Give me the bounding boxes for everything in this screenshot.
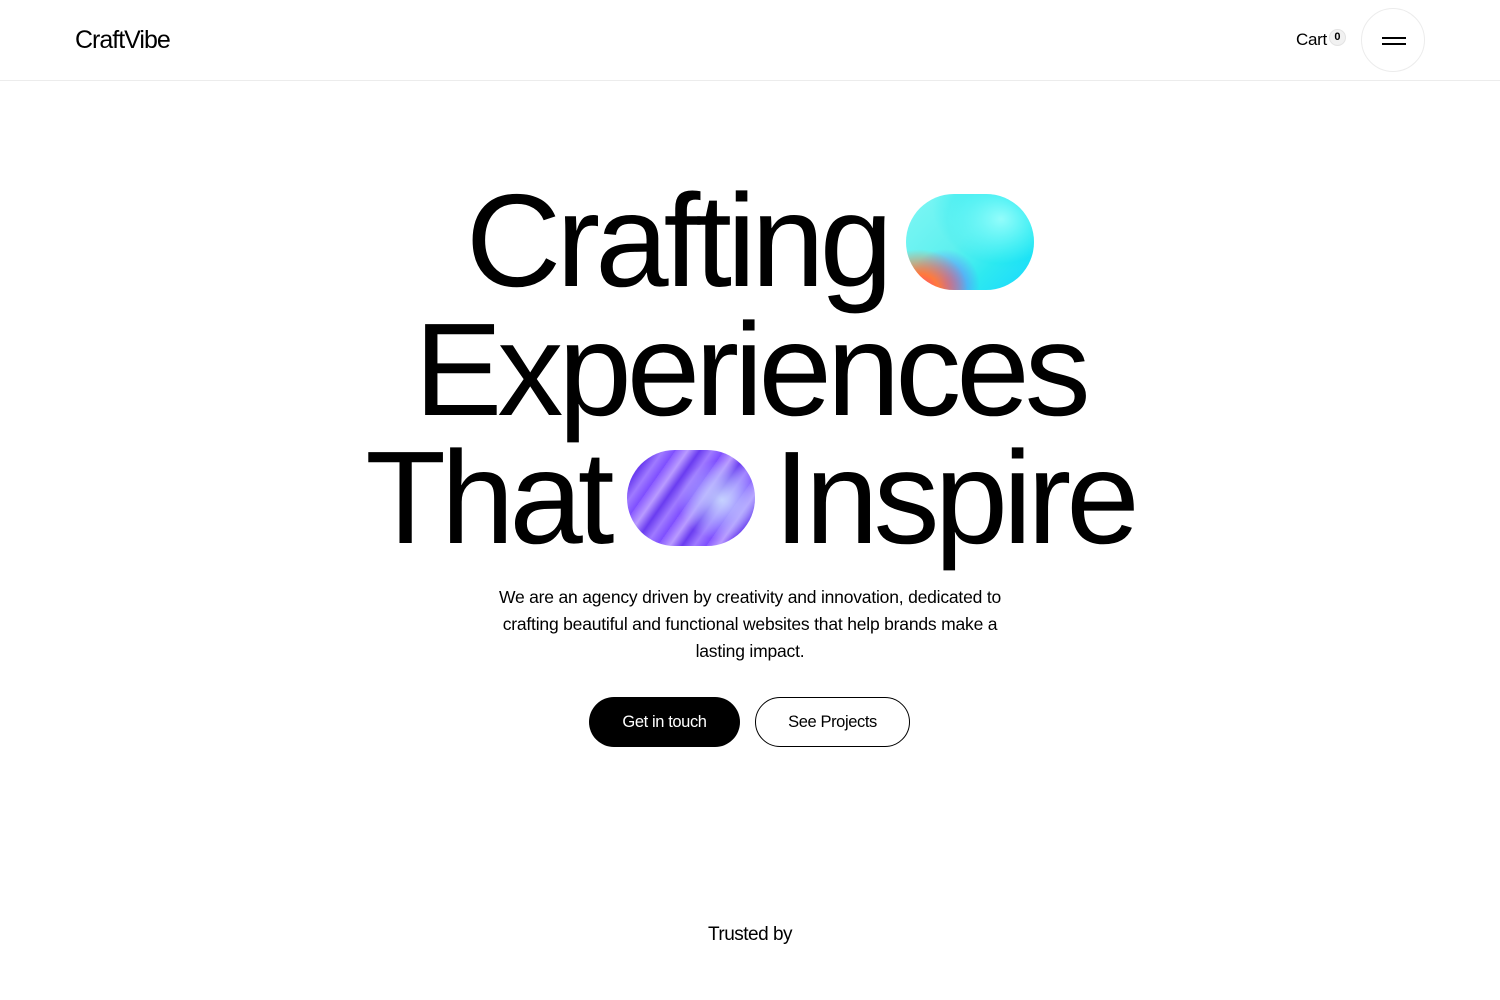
logo[interactable]: CraftVibe xyxy=(75,24,171,56)
cart-link[interactable]: Cart 0 xyxy=(1296,29,1346,51)
hero-description: We are an agency driven by creativity an… xyxy=(498,587,1002,661)
hero-word-experiences: Experiences xyxy=(414,296,1090,443)
hero-heading-line-2: Experiences xyxy=(0,296,1500,443)
site-header: CraftVibe Cart 0 xyxy=(0,0,1500,81)
hamburger-icon-line xyxy=(1382,43,1406,45)
hero-word-crafting: Crafting xyxy=(465,167,893,314)
hero-heading-line-3: That Inspire xyxy=(0,424,1500,571)
trusted-by-heading: Trusted by xyxy=(707,924,793,945)
gradient-blob-purple-image xyxy=(627,450,756,546)
hamburger-icon xyxy=(1382,37,1406,39)
gradient-blob-cyan-image xyxy=(906,194,1035,290)
get-in-touch-button[interactable]: Get in touch xyxy=(589,697,740,747)
hero-word-inspire: Inspire xyxy=(773,424,1139,571)
see-projects-button[interactable]: See Projects xyxy=(755,697,910,747)
hero-word-that: That xyxy=(365,424,614,571)
hero-heading-line-1: Crafting xyxy=(0,167,1500,314)
cart-count-badge: 0 xyxy=(1328,29,1346,46)
cart-label: Cart xyxy=(1296,30,1327,49)
menu-button[interactable] xyxy=(1361,8,1425,72)
